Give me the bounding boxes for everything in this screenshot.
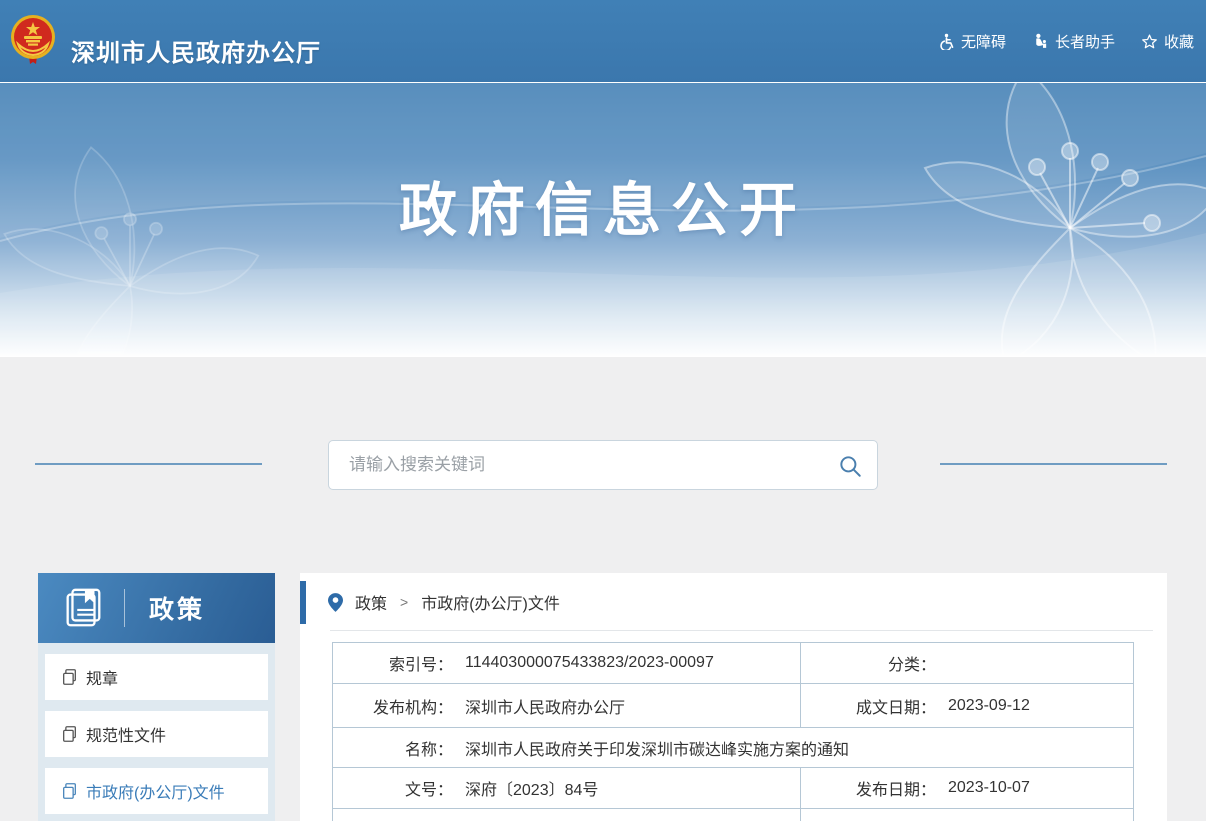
elder-assist-icon xyxy=(1032,33,1049,50)
field-label-date-written: 成文日期： xyxy=(801,694,936,718)
favorite-label: 收藏 xyxy=(1164,31,1194,52)
accessibility-label: 无障碍 xyxy=(961,31,1006,52)
content-panel: 政策 > 市政府(办公厅)文件 索引号： 114403000075433823/… xyxy=(300,573,1167,821)
page: 深圳市人民政府办公厅 无障碍 长者助手 xyxy=(0,0,1206,821)
document-icon xyxy=(62,726,77,742)
document-icon xyxy=(62,783,77,799)
field-value-doc-number: 深府〔2023〕84号 xyxy=(465,776,598,800)
site-title[interactable]: 深圳市人民政府办公厅 xyxy=(71,14,321,96)
policy-sidebar: 政策 规章 规范性文件 市政府(办公厅)文件 xyxy=(38,573,275,821)
sidebar-item-normative-documents[interactable]: 规范性文件 xyxy=(45,711,268,757)
field-value-name: 深圳市人民政府关于印发深圳市碳达峰实施方案的通知 xyxy=(465,736,849,760)
table-row: 文号： 深府〔2023〕84号 发布日期： 2023-10-07 xyxy=(333,768,1134,809)
sidebar-item-label: 规章 xyxy=(86,665,118,689)
table-row: 名称： 深圳市人民政府关于印发深圳市碳达峰实施方案的通知 xyxy=(333,728,1134,768)
document-metadata-table: 索引号： 114403000075433823/2023-00097 分类： 发… xyxy=(332,642,1134,821)
decorative-line-left xyxy=(35,463,262,465)
top-header-bar: 深圳市人民政府办公厅 无障碍 长者助手 xyxy=(0,0,1206,82)
field-label-doc-number: 文号： xyxy=(333,776,453,800)
table-row: 发布机构： 深圳市人民政府办公厅 成文日期： 2023-09-12 xyxy=(333,684,1134,728)
sidebar-item-regulations[interactable]: 规章 xyxy=(45,654,268,700)
elder-assist-label: 长者助手 xyxy=(1055,31,1115,52)
star-icon xyxy=(1141,33,1158,50)
page-banner: 政府信息公开 xyxy=(0,82,1206,357)
favorite-link[interactable]: 收藏 xyxy=(1141,31,1194,52)
sidebar-header: 政策 xyxy=(38,573,275,643)
sidebar-item-label: 规范性文件 xyxy=(86,722,166,746)
national-emblem-icon xyxy=(9,14,57,66)
table-row: 索引号： 114403000075433823/2023-00097 分类： xyxy=(333,643,1134,684)
table-row xyxy=(333,809,1134,821)
field-value-index: 114403000075433823/2023-00097 xyxy=(465,654,714,672)
elder-assist-link[interactable]: 长者助手 xyxy=(1032,31,1115,52)
search-input[interactable] xyxy=(329,441,877,489)
field-label-name: 名称： xyxy=(333,736,453,760)
sidebar-item-municipal-government-documents[interactable]: 市政府(办公厅)文件 xyxy=(45,768,268,814)
breadcrumb-item-policy[interactable]: 政策 xyxy=(355,590,387,614)
field-label-agency: 发布机构： xyxy=(333,694,453,718)
field-value-date-published: 2023-10-07 xyxy=(948,779,1030,797)
book-icon xyxy=(60,585,106,631)
breadcrumb-item-current[interactable]: 市政府(办公厅)文件 xyxy=(421,590,560,614)
breadcrumb-separator: > xyxy=(400,594,408,610)
site-logo[interactable]: 深圳市人民政府办公厅 xyxy=(9,14,57,66)
accessibility-link[interactable]: 无障碍 xyxy=(938,31,1006,52)
field-value-agency: 深圳市人民政府办公厅 xyxy=(465,694,625,718)
search-icon xyxy=(837,453,863,479)
location-pin-icon xyxy=(328,593,343,612)
page-title: 政府信息公开 xyxy=(0,163,1206,247)
field-label-index: 索引号： xyxy=(333,651,453,675)
field-value-date-written: 2023-09-12 xyxy=(948,697,1030,715)
header-utility-links: 无障碍 长者助手 收藏 xyxy=(938,0,1194,82)
search-box xyxy=(328,440,878,490)
sidebar-title: 政策 xyxy=(149,590,205,626)
wheelchair-icon xyxy=(938,33,955,50)
breadcrumb: 政策 > 市政府(办公厅)文件 xyxy=(300,573,1167,631)
field-label-date-published: 发布日期： xyxy=(801,776,936,800)
sidebar-item-label: 市政府(办公厅)文件 xyxy=(86,779,225,803)
sidebar-header-divider xyxy=(124,589,125,627)
document-icon xyxy=(62,669,77,685)
decorative-line-right xyxy=(940,463,1167,465)
search-button[interactable] xyxy=(837,453,863,479)
field-label-category: 分类： xyxy=(801,651,936,675)
